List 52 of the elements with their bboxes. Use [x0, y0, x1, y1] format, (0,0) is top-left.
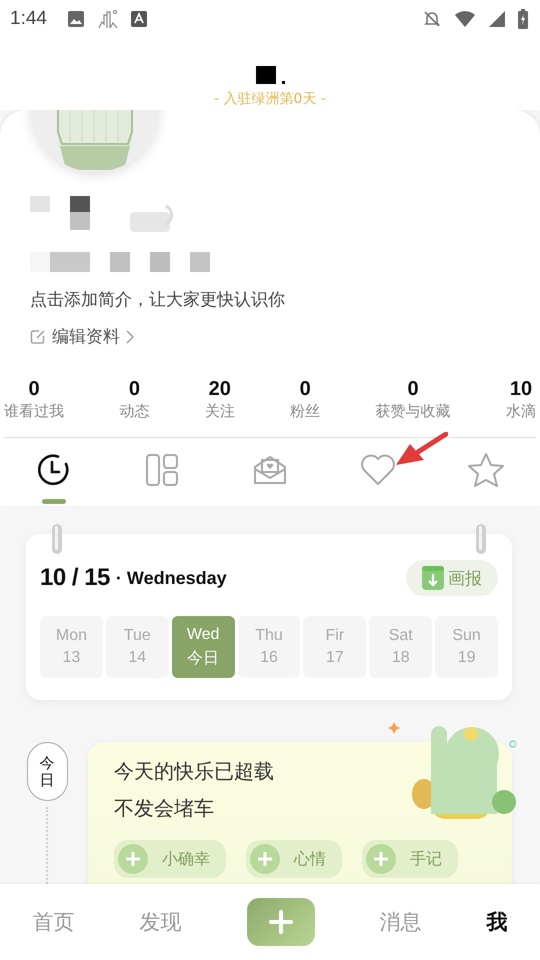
stat-item[interactable]: 10 水滴 — [506, 378, 536, 421]
day-cell[interactable]: Sun 19 — [435, 616, 498, 678]
today-marker: 今日 — [26, 742, 68, 801]
poster-button[interactable]: 画报 — [406, 560, 498, 596]
download-icon — [422, 566, 444, 590]
tab-indicator — [42, 499, 66, 504]
add-button[interactable] — [246, 898, 314, 946]
day-cell[interactable]: Thu 16 — [238, 616, 300, 678]
layout-icon — [145, 453, 179, 487]
stat-item[interactable]: 0 谁看过我 — [4, 378, 64, 421]
add-entry-button[interactable]: 心情 — [246, 840, 342, 878]
mood-text: 今天的快乐已超载 — [114, 758, 275, 785]
status-time: 1:44 — [10, 8, 47, 30]
star-icon — [467, 452, 505, 488]
heart-icon — [360, 454, 396, 486]
add-entry-button[interactable]: 手记 — [362, 840, 458, 878]
nav-tab[interactable]: 首页 — [32, 908, 74, 936]
calendar-date: 10 / 15 — [40, 564, 110, 592]
stat-item[interactable]: 0 粉丝 — [290, 378, 320, 421]
plus-icon — [118, 844, 148, 874]
nav-tab[interactable]: 发现 — [140, 908, 182, 936]
wifi-icon — [454, 10, 476, 28]
battery-icon — [518, 9, 528, 29]
day-cell[interactable]: Mon 13 — [40, 616, 103, 678]
font-icon — [130, 11, 147, 27]
bio-prompt[interactable]: 点击添加简介，让大家更快认识你 — [30, 288, 510, 311]
stat-item[interactable]: 0 获赞与收藏 — [376, 378, 451, 421]
day-cell[interactable]: Fir 17 — [303, 616, 366, 678]
bell-muted-icon — [422, 9, 442, 29]
day-cell[interactable]: Sat 18 — [369, 616, 432, 678]
nav-tab[interactable]: 我 — [486, 908, 508, 936]
chevron-icon — [126, 330, 134, 344]
stat-item[interactable]: 20 关注 — [204, 378, 235, 421]
calendar-weekday: · Wednesday — [116, 568, 227, 588]
day-cell[interactable]: Wed 今日 — [172, 616, 235, 678]
nav-tab[interactable]: 消息 — [380, 908, 422, 936]
day-cell[interactable]: Tue 14 — [106, 616, 169, 678]
plus-icon — [268, 910, 292, 934]
edit-icon — [30, 328, 46, 344]
signal-icon — [488, 10, 506, 28]
join-days-text: - 入驻绿洲第0天 - — [214, 90, 326, 108]
city-icon — [96, 9, 119, 29]
edit-profile-link[interactable]: 编辑资料 — [30, 325, 134, 348]
add-entry-button[interactable]: 小确幸 — [114, 840, 226, 878]
plus-icon — [250, 844, 280, 874]
arrow-drawing — [396, 432, 448, 466]
mood-text: 不发会堵车 — [114, 795, 215, 822]
envelope-heart-icon — [253, 453, 287, 487]
image-icon — [66, 10, 85, 28]
stat-item[interactable]: 0 动态 — [119, 378, 150, 421]
plus-icon — [366, 844, 396, 874]
redacted-title — [256, 66, 284, 84]
